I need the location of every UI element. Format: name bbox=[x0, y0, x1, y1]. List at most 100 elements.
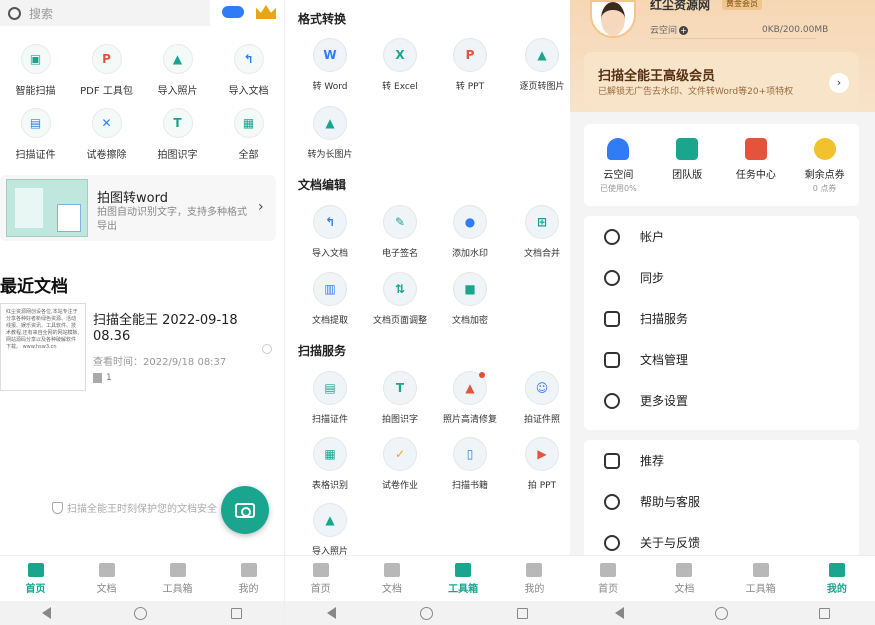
home-button-icon[interactable] bbox=[420, 606, 433, 620]
cloud-icon[interactable] bbox=[222, 6, 244, 18]
tab-home[interactable]: 首页 bbox=[570, 556, 646, 601]
avatar[interactable] bbox=[590, 0, 636, 38]
merge-icon: ⊞ bbox=[525, 205, 559, 239]
system-nav-bar bbox=[285, 601, 570, 625]
tab-toolbox[interactable]: 工具箱 bbox=[428, 556, 499, 601]
recents-icon[interactable] bbox=[231, 607, 243, 619]
tool-e-signature[interactable]: ✎ 电子签名 bbox=[365, 205, 435, 259]
vip-badge: 黄金会员 bbox=[722, 0, 762, 10]
system-nav-bar bbox=[570, 601, 875, 625]
tool-page-to-image[interactable]: ▲ 逐页转图片 bbox=[507, 38, 570, 92]
word-icon: W bbox=[313, 38, 347, 72]
menu-help[interactable]: 帮助与客服 bbox=[584, 481, 859, 522]
support-menu: 推荐 帮助与客服 关于与反馈 bbox=[584, 440, 859, 560]
doc-select-radio[interactable] bbox=[262, 344, 272, 354]
grid-item-text-recognize[interactable]: T 拍图识字 bbox=[142, 108, 213, 161]
page-adjust-icon: ⇅ bbox=[383, 272, 417, 306]
tab-me[interactable]: 我的 bbox=[799, 556, 875, 601]
tab-home[interactable]: 首页 bbox=[0, 556, 71, 601]
import-doc-icon: ↰ bbox=[233, 44, 264, 74]
tool-merge[interactable]: ⊞ 文档合并 bbox=[507, 205, 570, 259]
cloud-space-label[interactable]: 云空间 + bbox=[650, 23, 689, 36]
home-screen: 搜索 ▣ 智能扫描 P PDF 工具包 ▲ 导入照片 ↰ 导入文档 ▤ 扫描证件 ✕ 试卷擦… bbox=[0, 0, 284, 625]
stat-coupons[interactable]: 剩余点券 0 点券 bbox=[793, 138, 857, 194]
back-icon[interactable] bbox=[41, 607, 51, 619]
tool-to-word[interactable]: W转 Word bbox=[295, 38, 365, 92]
tool-encrypt[interactable]: ■ 文档加密 bbox=[435, 272, 505, 326]
tab-toolbox[interactable]: 工具箱 bbox=[723, 556, 799, 601]
scan-icon: ▣ bbox=[20, 44, 51, 74]
tool-photo-restore[interactable]: ▲ 照片高清修复 bbox=[435, 371, 505, 425]
home-button-icon[interactable] bbox=[714, 606, 728, 620]
tool-watermark[interactable]: ● 添加水印 bbox=[435, 205, 505, 259]
tool-scan-id[interactable]: ▤ 扫描证件 bbox=[295, 371, 365, 425]
system-nav-bar bbox=[0, 601, 284, 625]
menu-sync[interactable]: 同步 bbox=[584, 257, 859, 298]
feature-grid-row-1: ▣ 智能扫描 P PDF 工具包 ▲ 导入照片 ↰ 导入文档 bbox=[0, 44, 284, 97]
menu-account[interactable]: 帐户 bbox=[584, 216, 859, 257]
tool-import-photo[interactable]: ▲ 导入照片 bbox=[295, 503, 365, 557]
tool-to-ppt[interactable]: P转 PPT bbox=[435, 38, 505, 92]
excel-icon: X bbox=[383, 38, 417, 72]
settings-menu: 帐户 同步 扫描服务 文档管理 更多设置 bbox=[584, 216, 859, 430]
tool-capture-ppt[interactable]: ▶ 拍 PPT bbox=[507, 437, 570, 491]
signature-icon: ✎ bbox=[383, 205, 417, 239]
team-icon bbox=[676, 138, 699, 160]
grid-item-import-photo[interactable]: ▲ 导入照片 bbox=[142, 44, 213, 97]
tool-import-doc[interactable]: ↰ 导入文档 bbox=[295, 205, 365, 259]
tab-toolbox[interactable]: 工具箱 bbox=[142, 556, 213, 601]
table-icon: ▦ bbox=[313, 437, 347, 471]
home-button-icon[interactable] bbox=[134, 606, 148, 620]
doc-thumbnail[interactable]: 红尘资源网创设各位,本站专注于分享各种好者新绿色资源、活动线报、娱乐资讯、工具软… bbox=[0, 303, 86, 391]
vip-card[interactable]: 扫描全能王高级会员 已解锁无广告去水印、文件转Word等20+项特权 › bbox=[584, 52, 859, 112]
crown-icon[interactable] bbox=[256, 5, 276, 19]
stat-task-center[interactable]: 任务中心 bbox=[724, 138, 788, 183]
grid-item-all[interactable]: ▦ 全部 bbox=[213, 108, 284, 161]
grid-item-import-doc[interactable]: ↰ 导入文档 bbox=[213, 44, 284, 97]
tool-table-recognize[interactable]: ▦ 表格识别 bbox=[295, 437, 365, 491]
menu-doc-manage[interactable]: 文档管理 bbox=[584, 339, 859, 380]
camera-fab-button[interactable] bbox=[221, 486, 269, 534]
tab-docs[interactable]: 文档 bbox=[356, 556, 427, 601]
back-icon[interactable] bbox=[615, 607, 625, 619]
tool-exam-homework[interactable]: ✓ 试卷作业 bbox=[365, 437, 435, 491]
doc-title[interactable]: 扫描全能王 2022-09-18 08.36 bbox=[93, 313, 263, 345]
import-doc-icon: ↰ bbox=[313, 205, 347, 239]
shield-icon bbox=[52, 501, 63, 514]
grid-item-pdf-toolkit[interactable]: P PDF 工具包 bbox=[71, 44, 142, 97]
vip-title: 扫描全能王高级会员 bbox=[598, 69, 716, 84]
tab-me[interactable]: 我的 bbox=[213, 556, 284, 601]
toolbox-icon bbox=[169, 562, 186, 577]
menu-recommend[interactable]: 推荐 bbox=[584, 440, 859, 481]
exam-icon: ✓ bbox=[383, 437, 417, 471]
promo-banner[interactable]: 拍图转word 拍图自动识别文字，支持多种格式导出 › bbox=[0, 175, 276, 241]
tool-to-excel[interactable]: X转 Excel bbox=[365, 38, 435, 92]
recents-icon[interactable] bbox=[517, 607, 528, 619]
tool-extract[interactable]: ▥ 文档提取 bbox=[295, 272, 365, 326]
task-icon bbox=[744, 138, 767, 160]
home-icon bbox=[312, 562, 329, 577]
chevron-right-icon[interactable]: › bbox=[829, 73, 849, 93]
recents-icon[interactable] bbox=[818, 607, 830, 619]
tab-docs[interactable]: 文档 bbox=[646, 556, 722, 601]
doc-view-time: 查看时间：2022/9/18 08:37 bbox=[93, 357, 227, 368]
back-icon[interactable] bbox=[327, 607, 336, 619]
tool-text-recognize[interactable]: T 拍图识字 bbox=[365, 371, 435, 425]
tab-me[interactable]: 我的 bbox=[499, 556, 570, 601]
grid-item-scan-id[interactable]: ▤ 扫描证件 bbox=[0, 108, 71, 161]
menu-more-settings[interactable]: 更多设置 bbox=[584, 380, 859, 421]
menu-scan-service[interactable]: 扫描服务 bbox=[584, 298, 859, 339]
tool-page-adjust[interactable]: ⇅ 文档页面调整 bbox=[365, 272, 435, 326]
stat-team[interactable]: 团队版 bbox=[655, 138, 719, 183]
tab-docs[interactable]: 文档 bbox=[71, 556, 142, 601]
tool-id-photo[interactable]: ☺ 拍证件照 bbox=[507, 371, 570, 425]
stat-cloud-space[interactable]: 云空间 已使用0% bbox=[586, 138, 650, 194]
doc-manage-icon bbox=[604, 351, 620, 368]
grid-item-smart-scan[interactable]: ▣ 智能扫描 bbox=[0, 44, 71, 97]
coupon-icon bbox=[813, 138, 836, 160]
tool-scan-book[interactable]: ▯ 扫描书籍 bbox=[435, 437, 505, 491]
search-input[interactable]: 搜索 bbox=[0, 0, 210, 26]
tab-home[interactable]: 首页 bbox=[285, 556, 356, 601]
grid-item-exam-erase[interactable]: ✕ 试卷擦除 bbox=[71, 108, 142, 161]
tool-long-image[interactable]: ▲ 转为长图片 bbox=[295, 106, 365, 160]
